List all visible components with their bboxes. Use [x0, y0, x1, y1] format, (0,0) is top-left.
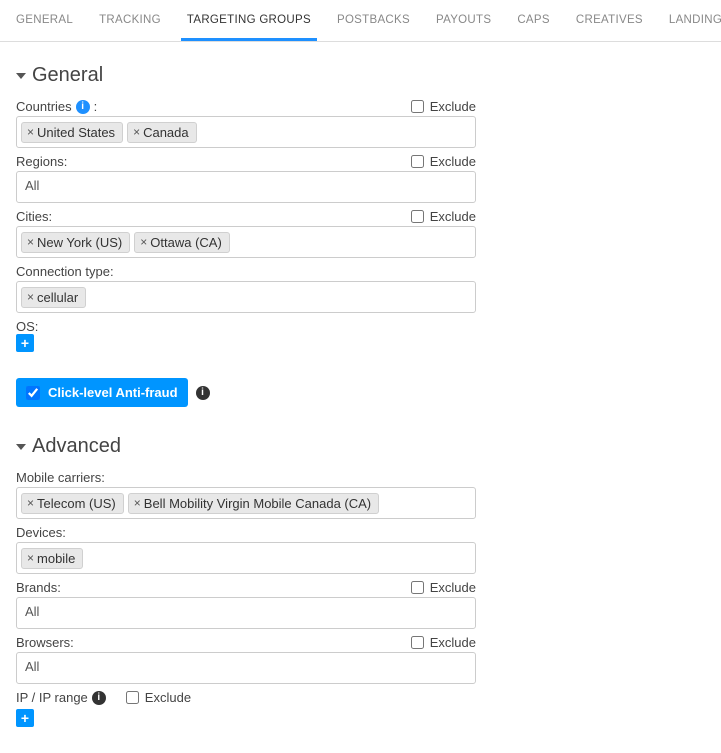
cities-label: Cities: [16, 209, 52, 224]
exclude-checkbox[interactable] [411, 100, 424, 113]
tag[interactable]: × Ottawa (CA) [134, 232, 230, 253]
tag[interactable]: × Telecom (US) [21, 493, 124, 514]
remove-tag-icon[interactable]: × [27, 125, 34, 139]
brands-input[interactable]: All [16, 597, 476, 629]
ip-exclude[interactable]: Exclude [126, 690, 191, 705]
section-general-header[interactable]: General [16, 64, 705, 87]
devices-input[interactable]: × mobile [16, 542, 476, 574]
remove-tag-icon[interactable]: × [27, 551, 34, 565]
connection-type-input[interactable]: × cellular [16, 281, 476, 313]
tag[interactable]: × mobile [21, 548, 83, 569]
caret-down-icon [16, 444, 26, 450]
tab-bar: GENERAL TRACKING TARGETING GROUPS POSTBACKS… [0, 0, 721, 42]
click-level-anti-fraud-toggle[interactable]: Click-level Anti-fraud [16, 378, 188, 407]
remove-tag-icon[interactable]: × [133, 125, 140, 139]
carriers-label: Mobile carriers: [16, 470, 105, 485]
regions-exclude[interactable]: Exclude [411, 154, 476, 169]
cities-input[interactable]: × New York (US)× Ottawa (CA) [16, 226, 476, 258]
exclude-checkbox[interactable] [411, 155, 424, 168]
info-icon[interactable]: i [92, 691, 106, 705]
remove-tag-icon[interactable]: × [27, 290, 34, 304]
tab-tracking[interactable]: TRACKING [93, 0, 167, 41]
tab-targeting-groups[interactable]: TARGETING GROUPS [181, 0, 317, 41]
exclude-checkbox[interactable] [411, 636, 424, 649]
tab-caps[interactable]: CAPS [511, 0, 556, 41]
cities-exclude[interactable]: Exclude [411, 209, 476, 224]
tab-postbacks[interactable]: POSTBACKS [331, 0, 416, 41]
exclude-checkbox[interactable] [126, 691, 139, 704]
countries-input[interactable]: × United States× Canada [16, 116, 476, 148]
caret-down-icon [16, 73, 26, 79]
brands-exclude[interactable]: Exclude [411, 580, 476, 595]
brands-label: Brands: [16, 580, 61, 595]
field-browsers: Browsers: Exclude All [16, 635, 705, 684]
countries-exclude[interactable]: Exclude [411, 99, 476, 114]
field-brands: Brands: Exclude All [16, 580, 705, 629]
field-ip-range: IP / IP range i Exclude + [16, 690, 705, 727]
info-icon[interactable]: i [76, 100, 90, 114]
exclude-checkbox[interactable] [411, 210, 424, 223]
add-ip-button[interactable]: + [16, 709, 34, 727]
section-title: General [32, 64, 103, 87]
os-label: OS: [16, 319, 705, 334]
field-regions: Regions: Exclude All [16, 154, 705, 203]
info-icon[interactable]: i [196, 386, 210, 400]
tab-landing-pages[interactable]: LANDING PAGES [663, 0, 721, 41]
tag[interactable]: × Bell Mobility Virgin Mobile Canada (CA… [128, 493, 379, 514]
regions-label: Regions: [16, 154, 67, 169]
ip-label: IP / IP range i [16, 690, 106, 705]
tag[interactable]: × Canada [127, 122, 197, 143]
regions-input[interactable]: All [16, 171, 476, 203]
section-advanced-header[interactable]: Advanced [16, 435, 705, 458]
field-connection-type: Connection type: × cellular [16, 264, 705, 313]
devices-label: Devices: [16, 525, 66, 540]
anti-fraud-checkbox[interactable] [26, 386, 40, 400]
tab-payouts[interactable]: PAYOUTS [430, 0, 497, 41]
section-title: Advanced [32, 435, 121, 458]
countries-label: Countries i : [16, 99, 97, 114]
tag[interactable]: × United States [21, 122, 123, 143]
connection-type-label: Connection type: [16, 264, 114, 279]
remove-tag-icon[interactable]: × [27, 496, 34, 510]
browsers-label: Browsers: [16, 635, 74, 650]
field-devices: Devices: × mobile [16, 525, 705, 574]
field-countries: Countries i : Exclude × United States× C… [16, 99, 705, 148]
field-mobile-carriers: Mobile carriers: × Telecom (US)× Bell Mo… [16, 470, 705, 519]
field-cities: Cities: Exclude × New York (US)× Ottawa … [16, 209, 705, 258]
add-os-button[interactable]: + [16, 334, 34, 352]
tag[interactable]: × cellular [21, 287, 86, 308]
exclude-checkbox[interactable] [411, 581, 424, 594]
field-os: OS: + [16, 319, 705, 352]
remove-tag-icon[interactable]: × [134, 496, 141, 510]
tag[interactable]: × New York (US) [21, 232, 130, 253]
remove-tag-icon[interactable]: × [27, 235, 34, 249]
remove-tag-icon[interactable]: × [140, 235, 147, 249]
tab-general[interactable]: GENERAL [10, 0, 79, 41]
carriers-input[interactable]: × Telecom (US)× Bell Mobility Virgin Mob… [16, 487, 476, 519]
browsers-input[interactable]: All [16, 652, 476, 684]
tab-creatives[interactable]: CREATIVES [570, 0, 649, 41]
browsers-exclude[interactable]: Exclude [411, 635, 476, 650]
